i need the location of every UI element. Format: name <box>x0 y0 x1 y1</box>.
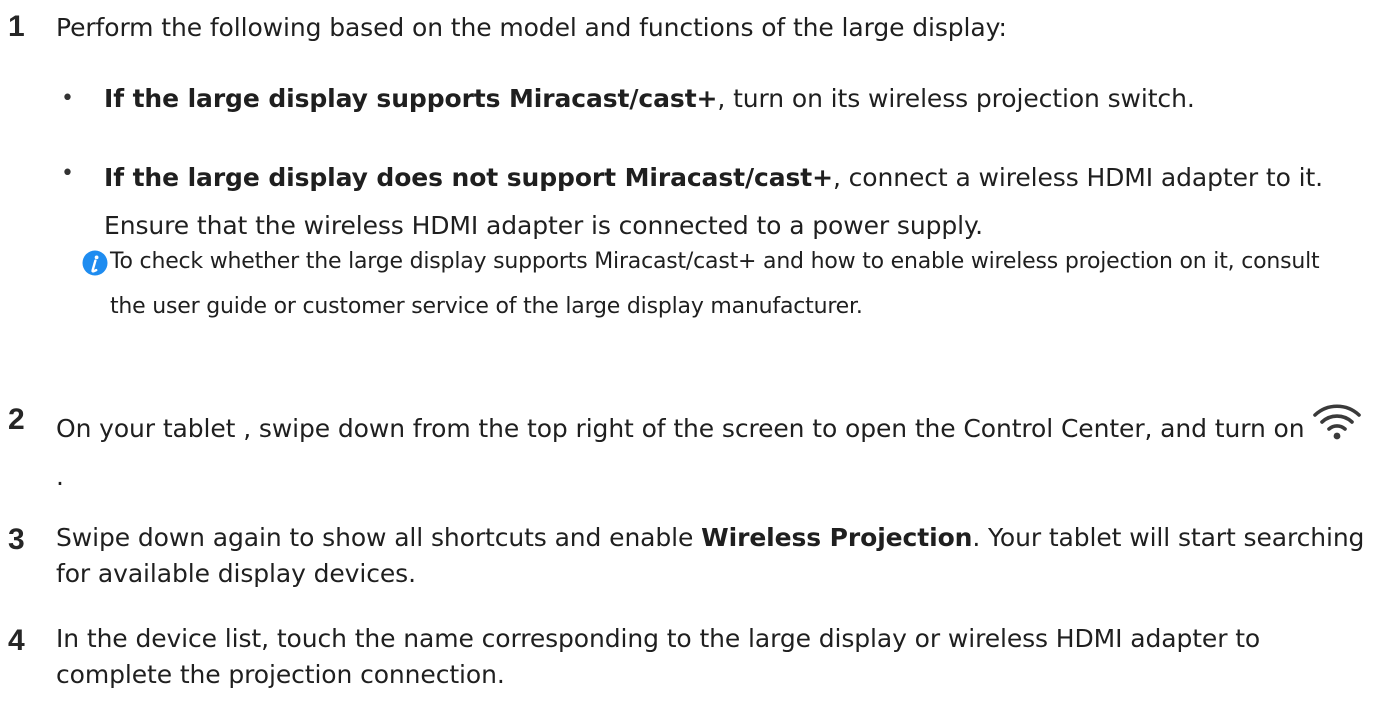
step-text-before: Swipe down again to show all shortcuts a… <box>56 523 702 552</box>
step-number: 3 <box>8 523 25 556</box>
bullet-text: If the large display supports Miracast/c… <box>104 79 1371 119</box>
wifi-icon <box>1312 404 1361 440</box>
step-number: 2 <box>8 403 25 436</box>
step-text-before: On your tablet , swipe down from the top… <box>56 414 1305 443</box>
step-text: Perform the following based on the model… <box>56 13 1007 42</box>
bullet-bold-text: If the large display does not support Mi… <box>104 163 833 192</box>
step-text: In the device list, touch the name corre… <box>56 624 1261 689</box>
step-text-after: . <box>56 462 64 491</box>
bullet-rest-text: , turn on its wireless projection switch… <box>717 84 1195 113</box>
bullet-dot-icon: • <box>61 161 74 186</box>
step-text: On your tablet , swipe down from the top… <box>56 399 1371 501</box>
step-number: 1 <box>8 10 25 43</box>
step-bold-text: Wireless Projection <box>701 523 973 552</box>
step-text: Swipe down again to show all shortcuts a… <box>56 520 1371 592</box>
step-number: 4 <box>8 624 25 657</box>
bullet-dot-icon: • <box>61 86 74 111</box>
note-text: To check whether the large display suppo… <box>110 249 1320 319</box>
info-icon <box>82 250 108 276</box>
bullet-bold-text: If the large display supports Miracast/c… <box>104 84 718 113</box>
bullet-text: If the large display does not support Mi… <box>104 154 1371 250</box>
